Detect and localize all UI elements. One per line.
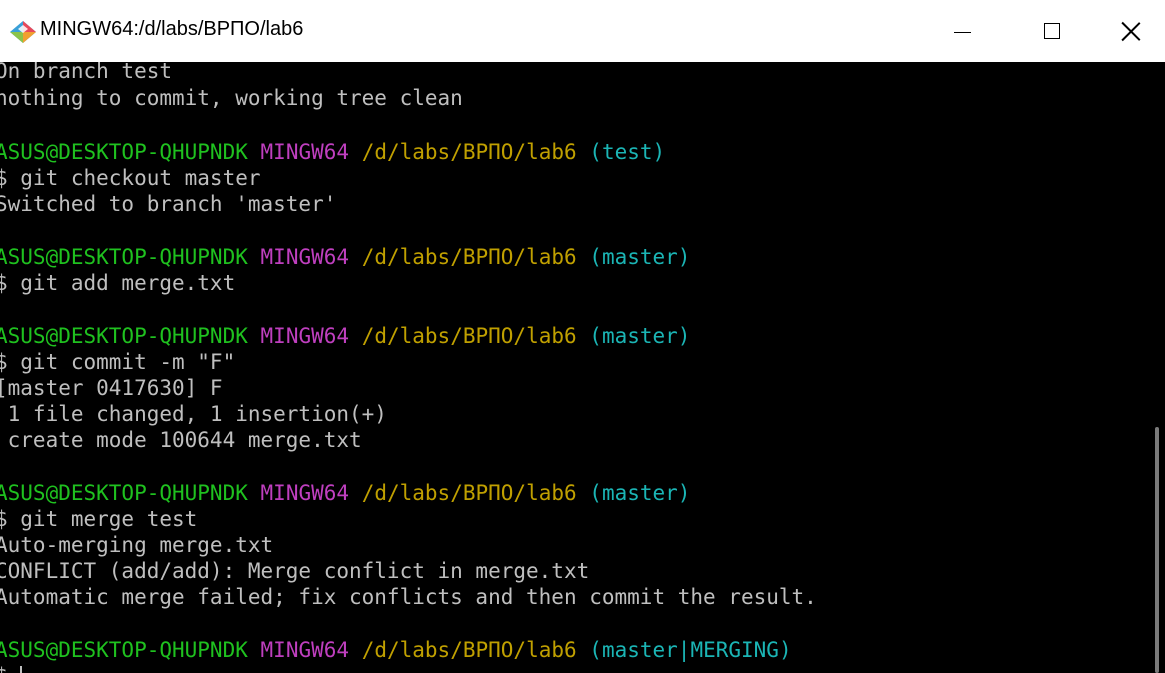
prompt-path: /d/labs/ВРПО/lab6 — [361, 140, 577, 164]
prompt-system: MINGW64 — [260, 245, 350, 269]
output-line: [master 0417630] F — [0, 376, 223, 400]
output-line: Switched to branch 'master' — [0, 192, 337, 216]
prompt-path: /d/labs/ВРПО/lab6 — [361, 481, 577, 505]
command-line: $ git add merge.txt — [0, 271, 236, 295]
prompt-branch: (master) — [589, 245, 691, 269]
output-line: nothing to commit, working tree clean — [0, 86, 463, 110]
prompt-line: ASUS@DESKTOP-QHUPNDK MINGW64 /d/labs/ВРП… — [0, 323, 690, 350]
prompt-user: ASUS@DESKTOP-QHUPNDK — [0, 245, 248, 269]
input-line[interactable]: $ — [0, 663, 23, 673]
prompt-user: ASUS@DESKTOP-QHUPNDK — [0, 140, 248, 164]
maximize-button[interactable] — [1007, 0, 1097, 62]
minimize-button[interactable] — [917, 0, 1007, 62]
prompt-branch: (master) — [589, 481, 691, 505]
command-line: $ git checkout master — [0, 166, 261, 190]
prompt-system: MINGW64 — [260, 638, 350, 662]
prompt-branch: (master|MERGING) — [589, 638, 792, 662]
title-bar[interactable]: MINGW64:/d/labs/ВРПО/lab6 — [0, 0, 1165, 62]
output-line: Auto-merging merge.txt — [0, 533, 274, 557]
output-line: On branch test — [0, 62, 173, 83]
scrollbar[interactable] — [1150, 62, 1165, 673]
window-title: MINGW64:/d/labs/ВРПО/lab6 — [40, 18, 304, 40]
git-bash-icon — [10, 21, 36, 43]
prompt-path: /d/labs/ВРПО/lab6 — [361, 324, 577, 348]
prompt-line: ASUS@DESKTOP-QHUPNDK MINGW64 /d/labs/ВРП… — [0, 480, 690, 507]
terminal-output[interactable]: On branch test nothing to commit, workin… — [0, 62, 1150, 673]
prompt-branch: (master) — [589, 324, 691, 348]
prompt-user: ASUS@DESKTOP-QHUPNDK — [0, 481, 248, 505]
close-button[interactable] — [1097, 0, 1165, 62]
scrollbar-thumb[interactable] — [1155, 427, 1159, 673]
prompt-path: /d/labs/ВРПО/lab6 — [361, 245, 577, 269]
prompt-line: ASUS@DESKTOP-QHUPNDK MINGW64 /d/labs/ВРП… — [0, 244, 690, 271]
minimize-icon — [953, 31, 971, 33]
prompt-path: /d/labs/ВРПО/lab6 — [361, 638, 577, 662]
output-line: CONFLICT (add/add): Merge conflict in me… — [0, 559, 590, 583]
input-prompt: $ — [0, 664, 20, 673]
prompt-line: ASUS@DESKTOP-QHUPNDK MINGW64 /d/labs/ВРП… — [0, 139, 665, 166]
output-line: create mode 100644 merge.txt — [0, 428, 362, 452]
prompt-system: MINGW64 — [260, 140, 350, 164]
command-line: $ git commit -m "F" — [0, 350, 236, 374]
prompt-line: ASUS@DESKTOP-QHUPNDK MINGW64 /d/labs/ВРП… — [0, 637, 792, 664]
terminal-window: MINGW64:/d/labs/ВРПО/lab6 On branch test… — [0, 0, 1165, 673]
command-line: $ git merge test — [0, 507, 198, 531]
prompt-user: ASUS@DESKTOP-QHUPNDK — [0, 638, 248, 662]
prompt-user: ASUS@DESKTOP-QHUPNDK — [0, 324, 248, 348]
close-icon — [1121, 21, 1141, 41]
prompt-system: MINGW64 — [260, 324, 350, 348]
maximize-icon — [1044, 23, 1060, 39]
text-cursor — [20, 666, 23, 673]
output-line: Automatic merge failed; fix conflicts an… — [0, 585, 817, 609]
prompt-system: MINGW64 — [260, 481, 350, 505]
prompt-branch: (test) — [589, 140, 666, 164]
output-line: 1 file changed, 1 insertion(+) — [0, 402, 387, 426]
